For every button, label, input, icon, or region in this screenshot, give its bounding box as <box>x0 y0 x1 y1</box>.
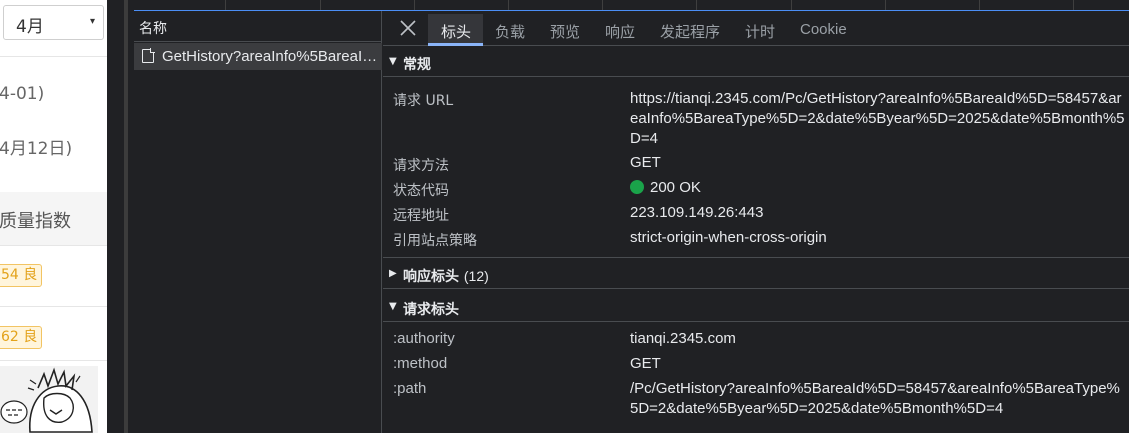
header-key: 请求方法 <box>393 158 449 174</box>
status-code-text: 200 OK <box>650 179 701 196</box>
section-title: 请求标头 <box>403 302 459 318</box>
request-url-value: https://tianqi.2345.com/Pc/GetHistory?ar… <box>630 90 1125 147</box>
timeline-tick <box>225 0 226 10</box>
expanded-triangle-icon: ▼ <box>389 56 397 67</box>
network-overview-timeline[interactable] <box>134 0 1129 11</box>
aqi-badge: 54 良 <box>0 264 42 287</box>
header-key: 远程地址 <box>393 208 449 224</box>
timeline-tick <box>1073 0 1074 10</box>
status-code-value: 200 OK <box>630 178 701 198</box>
splitter-bar <box>124 0 128 433</box>
active-tab-indicator <box>428 43 483 46</box>
divider <box>0 245 107 246</box>
tab-timing[interactable]: 计时 <box>745 21 775 42</box>
timeline-tick <box>979 0 980 10</box>
date-range-text: 4-01) <box>0 84 45 104</box>
chevron-down-icon: ▾ <box>89 16 95 27</box>
timeline-tick <box>791 0 792 10</box>
header-key: 引用站点策略 <box>393 233 477 249</box>
tab-response[interactable]: 响应 <box>605 21 635 42</box>
tab-cookies[interactable]: Cookie <box>800 21 847 38</box>
section-request-headers[interactable]: ▼ 请求标头 <box>383 292 1129 322</box>
header-key: 请求 URL <box>393 93 454 109</box>
detail-tabbar: 标头 负载 预览 响应 发起程序 计时 Cookie <box>383 11 1129 46</box>
section-response-headers[interactable]: ▶ 响应标头 (12) <box>383 259 1129 289</box>
divider <box>0 56 107 57</box>
timeline-tick <box>885 0 886 10</box>
tab-initiator[interactable]: 发起程序 <box>660 21 720 42</box>
name-column-label: 名称 <box>139 21 167 37</box>
request-method-value: GET <box>630 154 661 171</box>
date-highlight-text: 4月12日) <box>0 139 73 159</box>
expanded-triangle-icon: ▼ <box>389 301 397 312</box>
aqi-header-label: 质量指数 <box>0 211 71 232</box>
month-select-value: 4月 <box>16 17 44 37</box>
name-column-header[interactable]: 名称 <box>134 11 382 42</box>
header-key: :authority <box>393 330 455 347</box>
tab-preview[interactable]: 预览 <box>550 21 580 42</box>
aqi-column-header: 质量指数 <box>0 192 107 245</box>
header-value: GET <box>630 355 661 372</box>
section-general[interactable]: ▼ 常规 <box>383 47 1129 77</box>
header-key: :method <box>393 355 448 372</box>
request-list-panel: 名称 GetHistory?areaInfo%5BareaId%5D=58457… <box>134 11 382 433</box>
divider <box>0 306 107 307</box>
header-count: (12) <box>463 268 489 284</box>
section-title-text: 响应标头 <box>403 269 459 285</box>
request-detail-panel: 标头 负载 预览 响应 发起程序 计时 Cookie ▼ 常规 请求 URL h… <box>383 11 1129 433</box>
timeline-tick <box>414 0 415 10</box>
request-name: GetHistory?areaInfo%5BareaId%5D=58457&ar… <box>162 48 378 65</box>
request-row[interactable]: GetHistory?areaInfo%5BareaId%5D=58457&ar… <box>134 43 382 70</box>
section-title: 常规 <box>403 57 431 73</box>
webpage-viewport: 4月 ▾ 4-01) 4月12日) 质量指数 54 良 62 良 <box>0 0 107 433</box>
collapsed-triangle-icon: ▶ <box>389 268 397 279</box>
tab-payload[interactable]: 负载 <box>495 21 525 42</box>
divider <box>0 360 107 361</box>
devtools-splitter[interactable] <box>107 0 128 433</box>
timeline-tick <box>508 0 509 10</box>
cartoon-illustration <box>0 366 98 433</box>
remote-address-value: 223.109.149.26:443 <box>630 204 764 221</box>
header-value: /Pc/GetHistory?areaInfo%5BareaId%5D=5845… <box>630 380 1120 417</box>
close-icon[interactable] <box>398 18 418 38</box>
timeline-tick <box>602 0 603 10</box>
status-ok-icon <box>630 180 644 194</box>
aqi-badge: 62 良 <box>0 326 42 349</box>
header-key: :path <box>393 380 427 397</box>
month-select[interactable]: 4月 ▾ <box>3 5 104 40</box>
timeline-tick <box>320 0 321 10</box>
referrer-policy-value: strict-origin-when-cross-origin <box>630 229 827 246</box>
divider <box>383 257 1129 258</box>
tab-headers[interactable]: 标头 <box>441 21 471 42</box>
document-icon <box>142 48 155 63</box>
header-value: tianqi.2345.com <box>630 330 736 347</box>
timeline-tick <box>696 0 697 10</box>
section-title: 响应标头 (12) <box>403 266 489 286</box>
header-key: 状态代码 <box>393 183 449 199</box>
